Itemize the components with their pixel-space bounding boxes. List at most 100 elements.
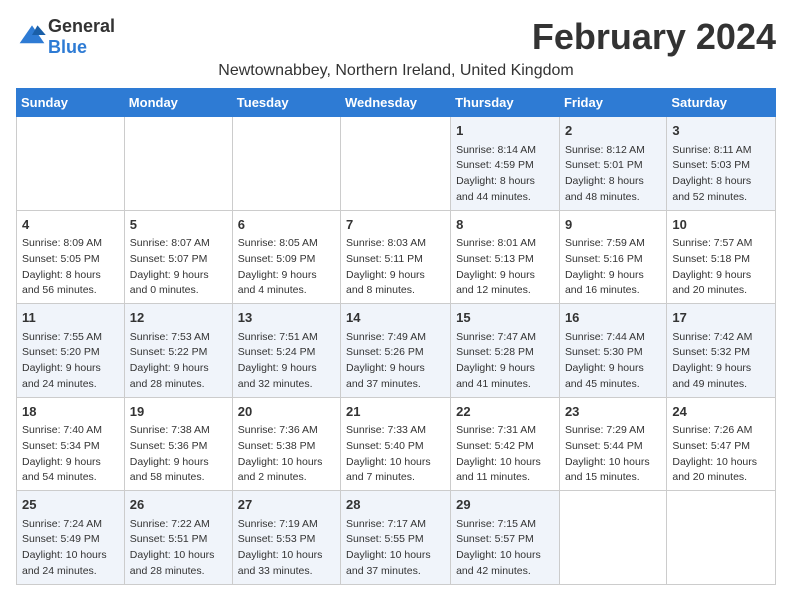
day-info: Sunrise: 7:57 AM (672, 236, 770, 252)
day-number: 26 (130, 495, 227, 515)
day-info: Sunrise: 7:26 AM (672, 423, 770, 439)
day-info: Sunrise: 7:22 AM (130, 517, 227, 533)
calendar-cell: 24Sunrise: 7:26 AMSunset: 5:47 PMDayligh… (667, 397, 776, 491)
day-number: 1 (456, 121, 554, 141)
day-info: Daylight: 9 hours and 28 minutes. (130, 361, 227, 393)
calendar-cell: 20Sunrise: 7:36 AMSunset: 5:38 PMDayligh… (232, 397, 340, 491)
day-number: 13 (238, 308, 335, 328)
calendar-cell: 21Sunrise: 7:33 AMSunset: 5:40 PMDayligh… (341, 397, 451, 491)
calendar-cell (341, 117, 451, 211)
day-info: Sunset: 5:05 PM (22, 252, 119, 268)
calendar-cell: 17Sunrise: 7:42 AMSunset: 5:32 PMDayligh… (667, 304, 776, 398)
day-info: Sunrise: 7:15 AM (456, 517, 554, 533)
day-number: 14 (346, 308, 445, 328)
day-info: Daylight: 8 hours and 56 minutes. (22, 268, 119, 300)
day-info: Sunrise: 8:07 AM (130, 236, 227, 252)
day-info: Sunset: 4:59 PM (456, 158, 554, 174)
day-info: Daylight: 8 hours and 48 minutes. (565, 174, 661, 206)
logo: General Blue (16, 16, 115, 58)
day-info: Sunrise: 7:47 AM (456, 330, 554, 346)
day-number: 8 (456, 215, 554, 235)
day-info: Sunset: 5:53 PM (238, 532, 335, 548)
calendar-cell: 12 Sunrise: 7:53 AMSunset: 5:22 PMDayligh… (124, 304, 232, 398)
day-info: Sunset: 5:22 PM (130, 345, 227, 361)
calendar-cell: 14Sunrise: 7:49 AMSunset: 5:26 PMDayligh… (341, 304, 451, 398)
day-info: Daylight: 9 hours and 16 minutes. (565, 268, 661, 300)
day-info: Sunset: 5:18 PM (672, 252, 770, 268)
day-info: Daylight: 9 hours and 37 minutes. (346, 361, 445, 393)
calendar-cell (232, 117, 340, 211)
day-info: Sunset: 5:44 PM (565, 439, 661, 455)
day-info: Sunrise: 8:09 AM (22, 236, 119, 252)
day-info: Sunset: 5:47 PM (672, 439, 770, 455)
calendar-cell (667, 491, 776, 585)
month-title: February 2024 (532, 16, 776, 58)
day-number: 6 (238, 215, 335, 235)
day-info: Daylight: 9 hours and 58 minutes. (130, 455, 227, 487)
day-number: 9 (565, 215, 661, 235)
day-info: Daylight: 9 hours and 0 minutes. (130, 268, 227, 300)
calendar-cell: 6Sunrise: 8:05 AMSunset: 5:09 PMDaylight… (232, 210, 340, 304)
calendar-cell: 16 Sunrise: 7:44 AMSunset: 5:30 PMDayligh… (559, 304, 666, 398)
day-info: Sunrise: 7:33 AM (346, 423, 445, 439)
day-number: 16 (565, 308, 661, 328)
day-number: 21 (346, 402, 445, 422)
day-info: Sunset: 5:42 PM (456, 439, 554, 455)
day-info: Daylight: 8 hours and 52 minutes. (672, 174, 770, 206)
day-info: Daylight: 10 hours and 2 minutes. (238, 455, 335, 487)
calendar-cell (17, 117, 125, 211)
day-info: Daylight: 9 hours and 4 minutes. (238, 268, 335, 300)
day-info: Sunrise: 7:59 AM (565, 236, 661, 252)
day-info: Sunset: 5:36 PM (130, 439, 227, 455)
calendar-cell: 28Sunrise: 7:17 AMSunset: 5:55 PMDayligh… (341, 491, 451, 585)
day-info: Daylight: 10 hours and 37 minutes. (346, 548, 445, 580)
day-info: Daylight: 9 hours and 54 minutes. (22, 455, 119, 487)
calendar-cell: 5Sunrise: 8:07 AMSunset: 5:07 PMDaylight… (124, 210, 232, 304)
day-info: Sunrise: 7:17 AM (346, 517, 445, 533)
day-number: 22 (456, 402, 554, 422)
col-header-saturday: Saturday (667, 89, 776, 117)
day-number: 17 (672, 308, 770, 328)
location-title: Newtownabbey, Northern Ireland, United K… (16, 62, 776, 80)
day-info: Daylight: 9 hours and 32 minutes. (238, 361, 335, 393)
calendar-cell: 18Sunrise: 7:40 AMSunset: 5:34 PMDayligh… (17, 397, 125, 491)
day-info: Sunrise: 7:44 AM (565, 330, 661, 346)
day-number: 18 (22, 402, 119, 422)
day-info: Sunrise: 7:53 AM (130, 330, 227, 346)
day-info: Sunrise: 7:19 AM (238, 517, 335, 533)
calendar-cell: 1Sunrise: 8:14 AMSunset: 4:59 PMDaylight… (451, 117, 560, 211)
day-info: Sunrise: 7:31 AM (456, 423, 554, 439)
day-info: Daylight: 9 hours and 41 minutes. (456, 361, 554, 393)
day-info: Sunset: 5:07 PM (130, 252, 227, 268)
day-info: Sunset: 5:40 PM (346, 439, 445, 455)
day-info: Sunrise: 8:14 AM (456, 143, 554, 159)
day-number: 12 (130, 308, 227, 328)
day-info: Daylight: 10 hours and 42 minutes. (456, 548, 554, 580)
day-info: Daylight: 10 hours and 15 minutes. (565, 455, 661, 487)
logo-blue-text: Blue (48, 37, 87, 57)
day-number: 23 (565, 402, 661, 422)
day-number: 19 (130, 402, 227, 422)
calendar-cell: 25Sunrise: 7:24 AMSunset: 5:49 PMDayligh… (17, 491, 125, 585)
calendar-cell: 10Sunrise: 7:57 AMSunset: 5:18 PMDayligh… (667, 210, 776, 304)
day-number: 10 (672, 215, 770, 235)
day-info: Sunset: 5:30 PM (565, 345, 661, 361)
day-info: Sunrise: 8:01 AM (456, 236, 554, 252)
day-info: Sunset: 5:01 PM (565, 158, 661, 174)
day-number: 25 (22, 495, 119, 515)
day-info: Sunrise: 8:03 AM (346, 236, 445, 252)
day-info: Sunset: 5:09 PM (238, 252, 335, 268)
day-info: Sunrise: 7:55 AM (22, 330, 119, 346)
day-info: Sunrise: 7:40 AM (22, 423, 119, 439)
calendar-cell: 11Sunrise: 7:55 AMSunset: 5:20 PMDayligh… (17, 304, 125, 398)
calendar-cell: 3Sunrise: 8:11 AMSunset: 5:03 PMDaylight… (667, 117, 776, 211)
calendar-cell: 4Sunrise: 8:09 AMSunset: 5:05 PMDaylight… (17, 210, 125, 304)
calendar-table: SundayMondayTuesdayWednesdayThursdayFrid… (16, 88, 776, 585)
day-info: Sunrise: 8:05 AM (238, 236, 335, 252)
day-number: 15 (456, 308, 554, 328)
day-info: Daylight: 9 hours and 45 minutes. (565, 361, 661, 393)
day-number: 3 (672, 121, 770, 141)
day-info: Sunrise: 7:42 AM (672, 330, 770, 346)
day-info: Sunset: 5:16 PM (565, 252, 661, 268)
day-info: Sunset: 5:51 PM (130, 532, 227, 548)
